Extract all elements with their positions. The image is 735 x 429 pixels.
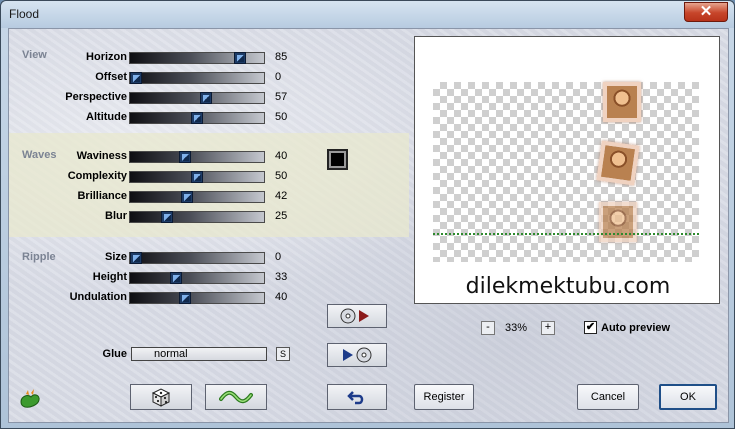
undulation-slider[interactable]: [129, 292, 265, 304]
size-label: Size: [104, 251, 127, 263]
altitude-label: Altitude: [86, 111, 127, 123]
preview-portrait-reflection: [596, 140, 640, 186]
slider-thumb[interactable]: [170, 272, 182, 284]
slider-thumb[interactable]: [181, 191, 193, 203]
flood-dialog: Flood ✕ View Waves Ripple Horizon 85 Off…: [0, 0, 735, 429]
brilliance-value: 42: [275, 190, 288, 202]
watermark-text: dilekmektubu.com: [465, 274, 671, 299]
perspective-label: Perspective: [65, 91, 127, 103]
size-slider[interactable]: [129, 252, 265, 264]
perspective-slider[interactable]: [129, 92, 265, 104]
randomize-button[interactable]: [130, 384, 192, 410]
register-button[interactable]: Register: [414, 384, 474, 410]
glue-value: normal: [154, 348, 188, 360]
preview-pane[interactable]: dilekmektubu.com: [414, 36, 720, 304]
slider-thumb[interactable]: [130, 72, 142, 84]
zoom-in-button[interactable]: +: [541, 321, 555, 335]
green-plugin-logo-icon: [20, 389, 40, 408]
waviness-slider[interactable]: [129, 151, 265, 163]
slider-thumb[interactable]: [234, 52, 246, 64]
window-title: Flood: [9, 7, 40, 21]
slider-thumb[interactable]: [130, 252, 142, 264]
reset-button[interactable]: [205, 384, 267, 410]
complexity-label: Complexity: [67, 170, 127, 182]
undulation-label: Undulation: [69, 291, 127, 303]
wave-icon: [219, 390, 253, 404]
brilliance-label: Brilliance: [77, 190, 127, 202]
horizon-value: 85: [275, 51, 288, 63]
auto-preview-label: Auto preview: [601, 322, 671, 334]
size-value: 0: [275, 251, 282, 263]
complexity-slider[interactable]: [129, 171, 265, 183]
load-preset-button[interactable]: [327, 343, 387, 367]
slider-thumb[interactable]: [191, 171, 203, 183]
glue-dropdown[interactable]: normal: [131, 347, 267, 361]
arrow-to-disc-icon: [343, 347, 372, 363]
slider-thumb[interactable]: [179, 292, 191, 304]
blur-label: Blur: [105, 210, 127, 222]
height-value: 33: [275, 271, 288, 283]
zoom-out-button[interactable]: -: [481, 321, 495, 335]
height-label: Height: [92, 271, 127, 283]
slider-thumb[interactable]: [200, 92, 212, 104]
horizon-label: Horizon: [86, 51, 127, 63]
ok-button[interactable]: OK: [659, 384, 717, 410]
undo-button[interactable]: [327, 384, 387, 410]
slider-thumb[interactable]: [161, 211, 173, 223]
slider-thumb[interactable]: [179, 151, 191, 163]
zoom-level: 33%: [505, 322, 528, 334]
undulation-value: 40: [275, 291, 288, 303]
save-preset-button[interactable]: [327, 304, 387, 328]
complexity-value: 50: [275, 170, 288, 182]
blur-slider[interactable]: [129, 211, 265, 223]
offset-slider[interactable]: [129, 72, 265, 84]
glue-label: Glue: [102, 348, 127, 360]
waviness-label: Waviness: [76, 150, 127, 162]
dialog-body: View Waves Ripple Horizon 85 Offset 0 Pe…: [8, 28, 729, 423]
plugin-logo[interactable]: [17, 387, 43, 411]
altitude-value: 50: [275, 111, 288, 123]
preview-portrait-reflection: [599, 202, 637, 242]
waviness-value: 40: [275, 150, 288, 162]
offset-value: 0: [275, 71, 282, 83]
horizon-slider[interactable]: [129, 52, 265, 64]
undo-arrow-icon: [347, 391, 364, 405]
dice-icon: [151, 388, 171, 407]
brilliance-slider[interactable]: [129, 191, 265, 203]
altitude-slider[interactable]: [129, 112, 265, 124]
height-slider[interactable]: [129, 272, 265, 284]
preview-portrait: [603, 82, 641, 122]
title-bar[interactable]: Flood ✕: [1, 1, 734, 28]
cancel-button[interactable]: Cancel: [577, 384, 639, 410]
color-swatch-icon[interactable]: [327, 149, 348, 170]
offset-label: Offset: [95, 71, 127, 83]
perspective-value: 57: [275, 91, 288, 103]
blur-value: 25: [275, 210, 288, 222]
glue-options-button[interactable]: S: [276, 347, 290, 361]
disc-to-arrow-icon: [340, 308, 369, 324]
close-button[interactable]: ✕: [684, 2, 728, 22]
transparency-checkerboard: [433, 82, 699, 262]
auto-preview-checkbox[interactable]: ✔: [584, 321, 597, 334]
horizon-line: [433, 233, 699, 235]
slider-thumb[interactable]: [191, 112, 203, 124]
